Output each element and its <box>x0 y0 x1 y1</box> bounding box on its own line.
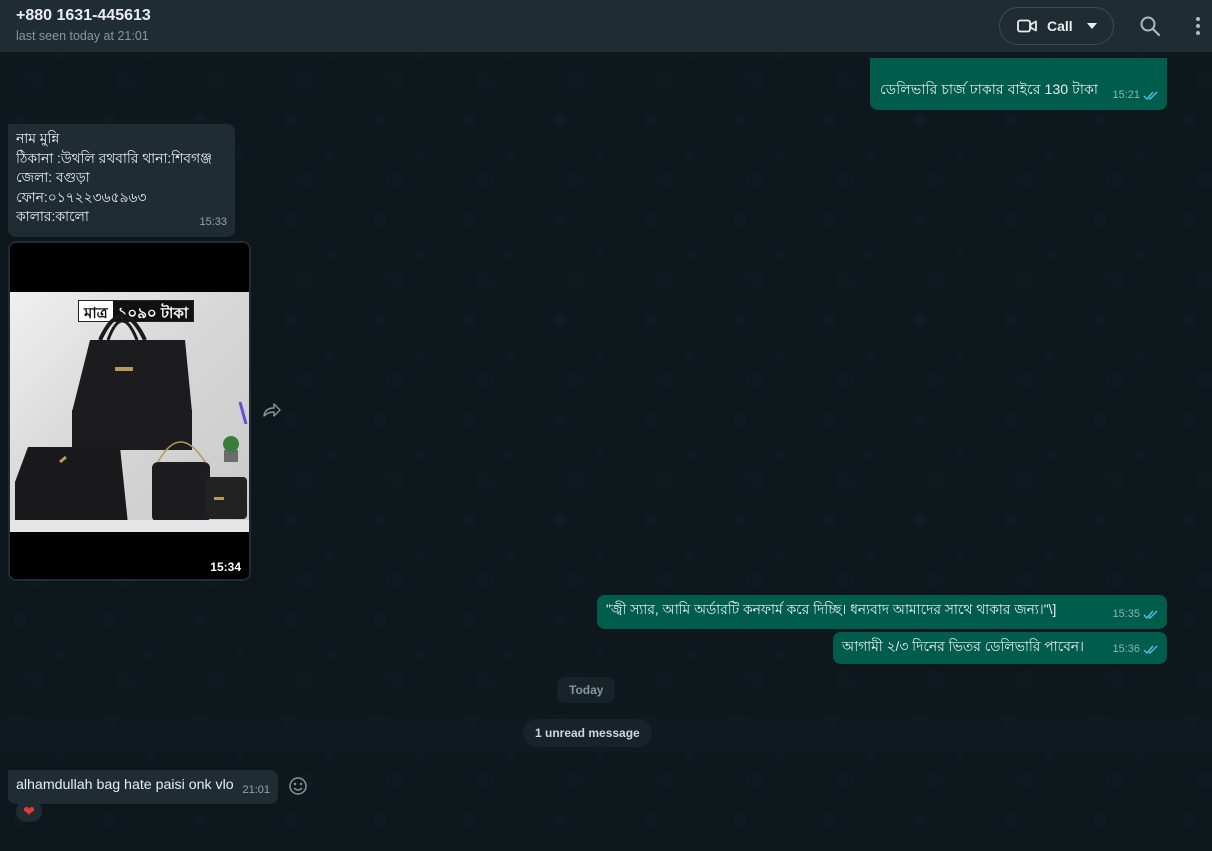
message-incoming[interactable]: alhamdullah bag hate paisi onk vlo 21:01 <box>8 770 278 804</box>
unread-indicator: 1 unread message <box>523 719 652 747</box>
message-meta: 15:21 <box>1112 86 1159 105</box>
message-outgoing[interactable]: ডেলিভারি চার্জ ঢাকার বাইরে 130 টাকা 15:2… <box>870 58 1167 110</box>
menu-icon[interactable] <box>1186 14 1210 38</box>
contact-status: last seen today at 21:01 <box>16 29 149 43</box>
message-time: 15:33 <box>199 216 227 228</box>
heart-icon: ❤ <box>23 802 35 819</box>
call-label: Call <box>1047 18 1073 34</box>
message-incoming[interactable]: নাম মুন্নি ঠিকানা :উথলি রথবারি থানা:শিবগ… <box>8 124 235 237</box>
message-text: "জ্বী স্যার, আমি অর্ডারটি কনফার্ম করে দি… <box>606 602 1057 617</box>
message-text: alhamdullah bag hate paisi onk vlo <box>16 777 234 793</box>
message-time: 15:36 <box>1112 643 1140 655</box>
message-time: 15:35 <box>1112 608 1140 620</box>
message-time: 15:21 <box>1112 89 1140 101</box>
handbag-set-illustration <box>10 314 249 532</box>
call-button[interactable]: Call <box>999 7 1114 45</box>
date-divider: Today <box>557 677 616 703</box>
message-outgoing[interactable]: "জ্বী স্যার, আমি অর্ডারটি কনফার্ম করে দি… <box>597 595 1167 629</box>
contact-name[interactable]: +880 1631-445613 <box>16 7 151 25</box>
message-text: নাম মুন্নি ঠিকানা :উথলি রথবারি থানা:শিবগ… <box>16 131 212 224</box>
message-meta: 15:33 <box>199 213 227 232</box>
message-meta: 15:36 <box>1112 640 1159 659</box>
message-time: 21:01 <box>242 784 270 796</box>
chat-header: +880 1631-445613 last seen today at 21:0… <box>0 0 1212 52</box>
search-icon[interactable] <box>1138 14 1162 38</box>
chevron-down-icon <box>1086 23 1097 29</box>
product-photo[interactable]: মাত্র ১০৯০ টাকা <box>10 292 249 532</box>
message-text: আগামী ২/৩ দিনের ভিতর ডেলিভারি পাবেন। <box>842 639 1084 654</box>
double-check-icon <box>1143 645 1158 655</box>
message-text: ডেলিভারি চার্জ ঢাকার বাইরে 130 টাকা <box>880 82 1098 98</box>
message-outgoing[interactable]: আগামী ২/৩ দিনের ভিতর ডেলিভারি পাবেন। 15:… <box>833 632 1167 664</box>
double-check-icon <box>1143 91 1158 101</box>
video-call-icon <box>1017 19 1037 33</box>
message-meta: 15:35 <box>1112 605 1159 624</box>
double-check-icon <box>1143 610 1158 620</box>
heart-reaction[interactable]: ❤ <box>16 800 42 822</box>
message-time: 15:34 <box>210 560 241 574</box>
image-frame: মাত্র ১০৯০ টাকা 15:34 <box>10 243 249 579</box>
emoji-icon[interactable] <box>288 776 308 796</box>
message-meta: 21:01 <box>242 781 270 800</box>
forward-icon[interactable] <box>263 402 281 418</box>
message-image[interactable]: মাত্র ১০৯০ টাকা 15:34 <box>8 241 251 581</box>
